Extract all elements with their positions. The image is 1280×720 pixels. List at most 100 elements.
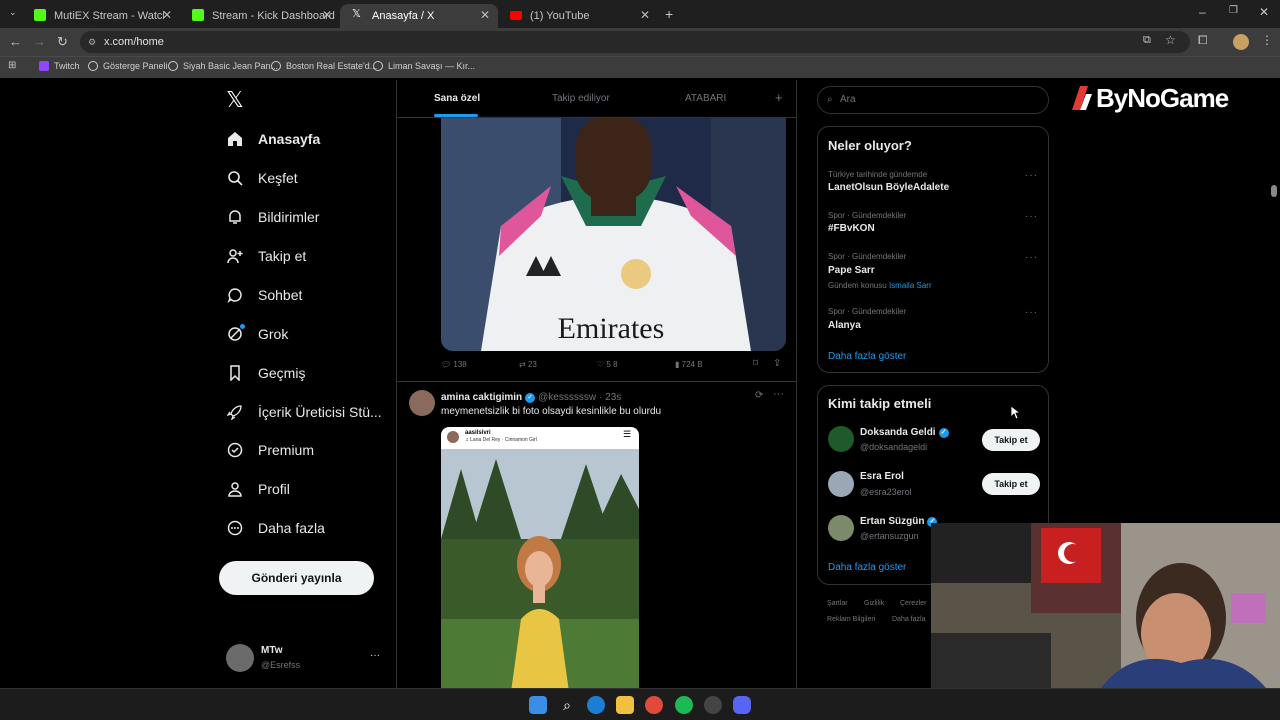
footer-link[interactable]: Reklam Bilgileri: [827, 616, 875, 623]
wtf-name[interactable]: Doksanda Geldi: [860, 427, 936, 438]
file-explorer-icon[interactable]: [616, 696, 634, 714]
more-icon[interactable]: ···: [1025, 211, 1038, 222]
wtf-name[interactable]: Ertan Süzgün: [860, 516, 924, 527]
spotify-icon[interactable]: [675, 696, 693, 714]
back-icon[interactable]: ←: [9, 34, 22, 49]
nav-follow[interactable]: Takip et: [226, 247, 306, 265]
bookmark-icon[interactable]: ⌑: [753, 358, 758, 369]
close-icon[interactable]: ✕: [162, 8, 172, 22]
new-tab-icon[interactable]: +: [665, 6, 673, 22]
scrollbar-thumb[interactable]: [1271, 185, 1277, 197]
nav-premium[interactable]: Premium: [226, 441, 314, 459]
tab-x-home[interactable]: 𝕏 Anasayfa / X ✕: [340, 4, 498, 28]
add-tab-icon[interactable]: +: [775, 90, 783, 105]
views-button[interactable]: ▮ 724 B: [675, 360, 703, 369]
retweet-button[interactable]: ⇄ 23: [519, 360, 537, 369]
search-input[interactable]: ⌕ Ara: [817, 86, 1049, 114]
more-icon[interactable]: ···: [1025, 307, 1038, 318]
footer-link[interactable]: Şartlar: [827, 600, 848, 607]
tab-search-icon[interactable]: ⌄: [9, 7, 17, 18]
site-info-icon[interactable]: ⚙: [88, 31, 96, 53]
bookmark-twitch[interactable]: Twitch: [39, 61, 80, 71]
nav-chat[interactable]: Sohbet: [226, 286, 302, 304]
windows-start-icon[interactable]: [529, 696, 547, 714]
nav-grok[interactable]: Grok: [226, 324, 288, 343]
apps-icon[interactable]: ⊞: [8, 60, 16, 71]
url-text: x.com/home: [104, 36, 164, 48]
more-icon[interactable]: ···: [1025, 252, 1038, 263]
nav-home[interactable]: Anasayfa: [226, 130, 320, 148]
trend-item[interactable]: LanetOlsun BöyleAdalete: [828, 182, 949, 193]
close-icon[interactable]: ✕: [480, 8, 490, 22]
tweet-time[interactable]: · 23s: [599, 392, 621, 403]
nav-more[interactable]: Daha fazla: [226, 519, 325, 537]
trend-item[interactable]: Alanya: [828, 320, 861, 331]
tweet-handle[interactable]: @kessssssw: [538, 392, 596, 403]
search-icon[interactable]: ⌕: [558, 696, 576, 714]
active-tab-indicator: [434, 114, 478, 117]
restore-icon[interactable]: ❐: [1229, 5, 1238, 16]
like-button[interactable]: ♡ 5 8: [597, 360, 618, 369]
show-more-link[interactable]: Daha fazla göster: [828, 351, 906, 362]
nav-explore[interactable]: Keşfet: [226, 169, 298, 187]
nav-bookmarks[interactable]: Geçmiş: [226, 364, 305, 382]
close-icon[interactable]: ✕: [640, 8, 650, 22]
share-icon[interactable]: ⇪: [773, 358, 781, 369]
footer-link[interactable]: Daha fazla: [892, 616, 925, 623]
follow-button[interactable]: Takip et: [982, 473, 1040, 495]
trend-item[interactable]: Pape Sarr: [828, 265, 875, 276]
forward-icon[interactable]: →: [33, 34, 46, 49]
post-button[interactable]: Gönderi yayınla: [219, 561, 374, 595]
tweet[interactable]: amina caktigimin ✓ @kessssssw · 23s ⟳ ··…: [397, 382, 796, 690]
more-icon[interactable]: ···: [773, 388, 784, 400]
tab-following[interactable]: Takip ediliyor: [552, 93, 610, 104]
tweet-media-image[interactable]: aasilsivri ♫ Lana Del Rey · Cinnamon Gir…: [441, 427, 639, 690]
tab-atabari[interactable]: ATABARI: [685, 93, 726, 104]
tab-kick-dashboard[interactable]: Stream - Kick Dashboard ✕: [180, 4, 340, 28]
close-icon[interactable]: ✕: [322, 8, 332, 22]
edge-icon[interactable]: [587, 696, 605, 714]
trend-item[interactable]: #FBvKON: [828, 223, 875, 234]
follow-button[interactable]: Takip et: [982, 429, 1040, 451]
tweet-media-image[interactable]: Emirates: [441, 116, 786, 351]
tweet-author[interactable]: amina caktigimin: [441, 392, 522, 403]
more-icon[interactable]: ···: [370, 650, 380, 661]
window-close-icon[interactable]: ✕: [1259, 5, 1269, 19]
bookmark-jean[interactable]: Siyah Basic Jean Pan...: [168, 61, 278, 71]
chat-icon: [226, 286, 244, 304]
cast-icon[interactable]: ⧉: [1143, 34, 1151, 47]
extensions-icon[interactable]: ⧠: [1198, 33, 1208, 48]
nav-notifications[interactable]: Bildirimler: [226, 208, 319, 226]
reply-button[interactable]: 💬︎ 138: [441, 360, 467, 369]
avatar[interactable]: [409, 390, 435, 416]
grok-explain-icon[interactable]: ⟳: [755, 390, 763, 401]
bookmark-liman[interactable]: Liman Savaşı — Kır...: [373, 61, 475, 71]
discord-icon[interactable]: [733, 696, 751, 714]
tab-for-you[interactable]: Sana özel: [434, 93, 480, 104]
account-switcher[interactable]: MTw @Esrefss ···: [226, 644, 386, 676]
nav-profile[interactable]: Profil: [226, 480, 290, 498]
bookmark-boston[interactable]: Boston Real Estate'd...: [271, 61, 377, 71]
star-icon[interactable]: ☆: [1165, 33, 1176, 47]
reload-icon[interactable]: ↻: [57, 34, 68, 50]
avatar[interactable]: [828, 426, 854, 452]
trend-topic-link[interactable]: Ismaila Sarr: [889, 281, 932, 290]
avatar[interactable]: [828, 515, 854, 541]
minimize-icon[interactable]: –: [1199, 5, 1206, 19]
nav-creator-studio[interactable]: İçerik Üreticisi Stü...: [226, 403, 382, 421]
show-more-link[interactable]: Daha fazla göster: [828, 562, 906, 573]
avatar[interactable]: [828, 471, 854, 497]
tab-mutiex[interactable]: MutiEX Stream - Watch Live on ✕: [22, 4, 180, 28]
wtf-name[interactable]: Esra Erol: [860, 471, 904, 482]
x-logo[interactable]: 𝕏: [226, 87, 244, 113]
tab-youtube[interactable]: (1) YouTube ✕: [498, 4, 658, 28]
more-icon[interactable]: ···: [1025, 170, 1038, 181]
bookmark-dashboard[interactable]: Gösterge Paneli: [88, 61, 168, 71]
menu-icon[interactable]: ⋮: [1261, 33, 1273, 47]
profile-avatar[interactable]: [1233, 34, 1249, 50]
app-icon[interactable]: [704, 696, 722, 714]
chrome-icon[interactable]: [645, 696, 663, 714]
address-bar[interactable]: ⚙ x.com/home: [80, 31, 1190, 53]
footer-link[interactable]: Çerezler: [900, 600, 926, 607]
footer-link[interactable]: Gizlilik: [864, 600, 884, 607]
